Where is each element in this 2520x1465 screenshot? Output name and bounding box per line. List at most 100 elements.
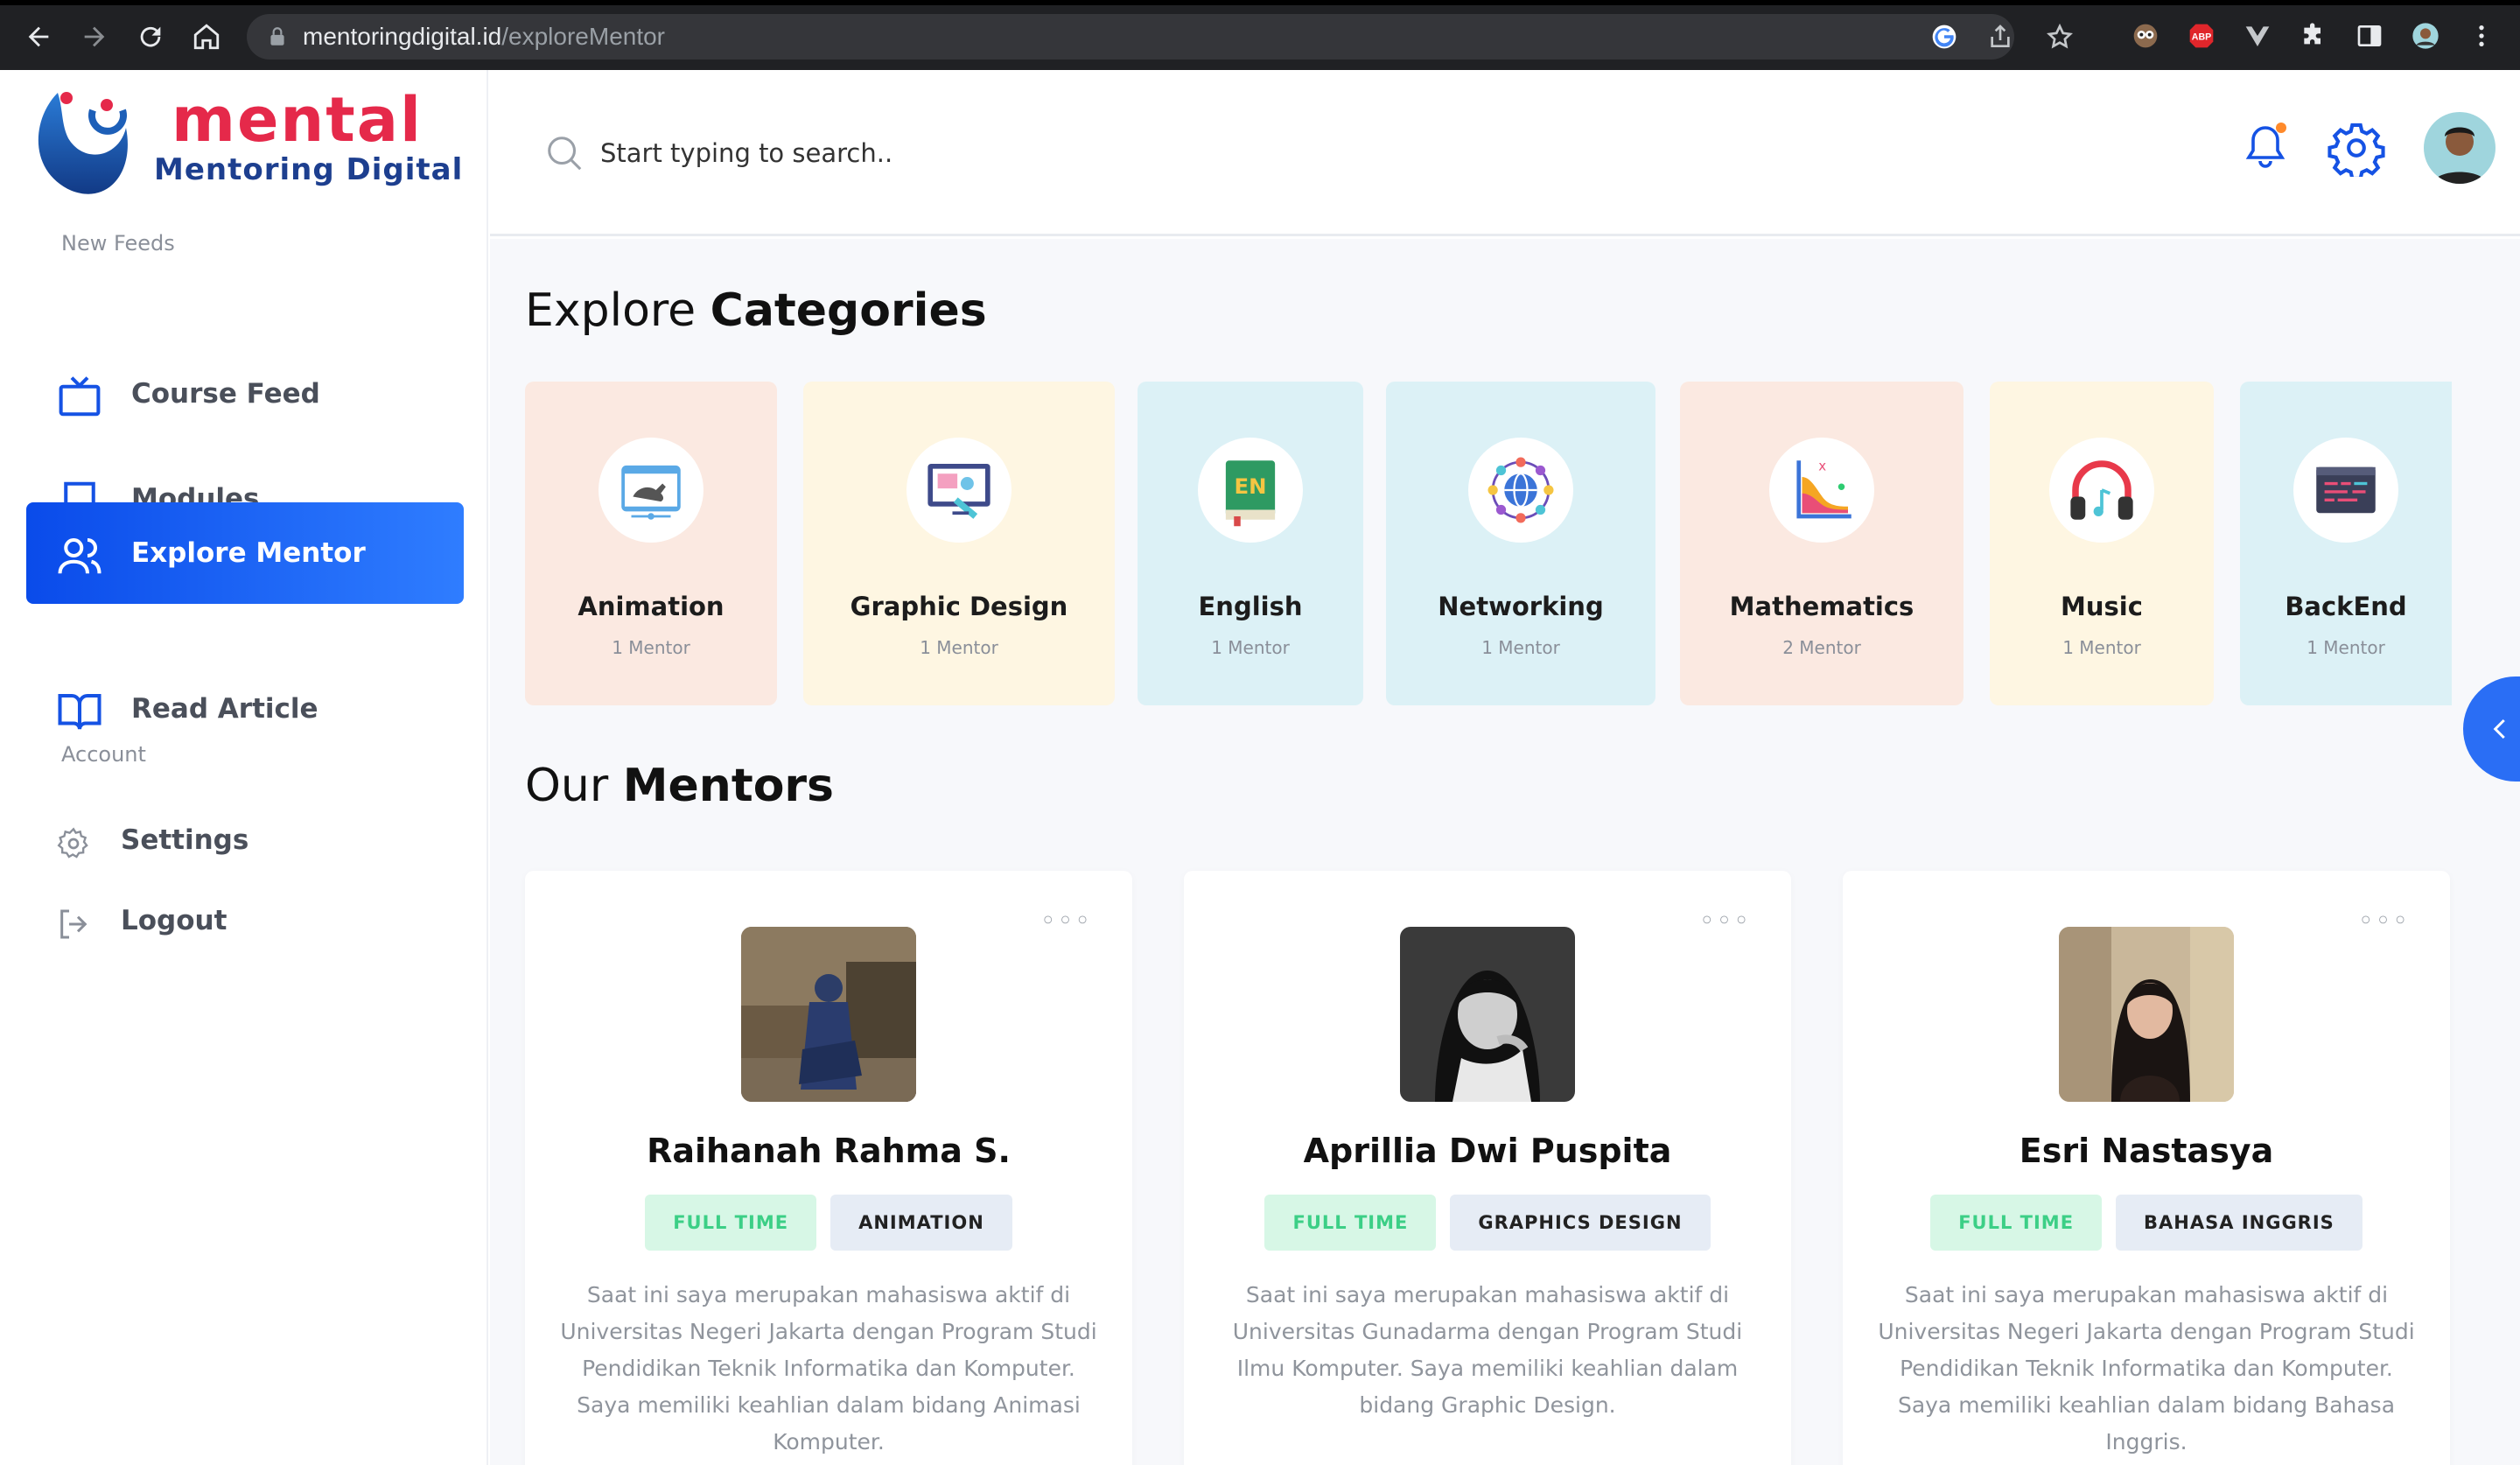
mentor-card[interactable]: ◦◦◦ Aprillia Dwi Puspita FULL TIME GRAPH… bbox=[1184, 871, 1791, 1465]
sidebar-item-explore-mentor[interactable]: Explore Mentor bbox=[26, 502, 464, 604]
home-icon[interactable] bbox=[187, 18, 226, 56]
search-input[interactable] bbox=[600, 131, 1318, 175]
search-icon[interactable] bbox=[544, 133, 584, 173]
mentor-description: Saat ini saya merupakan mahasiswa aktif … bbox=[1878, 1282, 2415, 1454]
category-card-backend[interactable]: BackEnd 1 Mentor bbox=[2240, 382, 2452, 705]
svg-text:x: x bbox=[1818, 459, 1826, 474]
category-name: Animation bbox=[578, 592, 724, 621]
sidebar: mental Mentoring Digital New Feeds Cours… bbox=[0, 70, 488, 1465]
category-card-music[interactable]: Music 1 Mentor bbox=[1990, 382, 2214, 705]
graphic-design-icon bbox=[906, 438, 1012, 543]
section-title-mentors: Our Mentors bbox=[525, 760, 835, 812]
brand-subtitle: Mentoring Digital bbox=[154, 152, 464, 187]
back-icon[interactable] bbox=[19, 18, 58, 56]
reload-icon[interactable] bbox=[131, 18, 170, 56]
star-icon[interactable] bbox=[2042, 19, 2077, 54]
category-count: 1 Mentor bbox=[1211, 637, 1290, 658]
sidebar-item-label: Logout bbox=[121, 905, 228, 936]
more-options-icon[interactable]: ◦◦◦ bbox=[2358, 906, 2410, 936]
brand-logo[interactable]: mental Mentoring Digital bbox=[32, 84, 462, 194]
side-panel-icon[interactable] bbox=[2352, 18, 2387, 53]
category-count: 2 Mentor bbox=[1782, 637, 1861, 658]
browser-menu-icon[interactable] bbox=[2464, 18, 2499, 53]
profile-avatar-icon[interactable] bbox=[2408, 18, 2443, 53]
employment-badge: FULL TIME bbox=[645, 1195, 817, 1251]
lock-icon bbox=[270, 27, 284, 46]
svg-text:EN: EN bbox=[1234, 473, 1266, 499]
chevron-left-icon bbox=[2493, 718, 2505, 740]
top-header bbox=[490, 70, 2520, 236]
category-badge: GRAPHICS DESIGN bbox=[1450, 1195, 1711, 1251]
mentor-card[interactable]: ◦◦◦ Raihanah Rahma S. FULL TIME ANIMATIO… bbox=[525, 871, 1132, 1465]
category-badge: ANIMATION bbox=[830, 1195, 1012, 1251]
share-icon[interactable] bbox=[1983, 19, 2018, 54]
more-options-icon[interactable]: ◦◦◦ bbox=[1699, 906, 1751, 936]
section-heading-new-feeds: New Feeds bbox=[61, 231, 175, 256]
notification-dot bbox=[2276, 123, 2286, 133]
category-card-animation[interactable]: Animation 1 Mentor bbox=[525, 382, 777, 705]
sidebar-item-label: Settings bbox=[121, 824, 249, 856]
category-name: Networking bbox=[1438, 592, 1604, 621]
mentor-description: Saat ini saya merupakan mahasiswa aktif … bbox=[1232, 1282, 1743, 1418]
category-card-mathematics[interactable]: x Mathematics 2 Mentor bbox=[1680, 382, 1964, 705]
right-panel-toggle[interactable] bbox=[2463, 676, 2520, 782]
animation-icon bbox=[598, 438, 704, 543]
section-heading-account: Account bbox=[61, 742, 146, 767]
logo-mark-icon bbox=[38, 92, 128, 194]
users-icon bbox=[58, 537, 102, 574]
gear-icon bbox=[57, 827, 88, 859]
category-name: English bbox=[1198, 592, 1303, 621]
brand-name: mental bbox=[172, 84, 423, 156]
sidebar-item-logout[interactable]: Logout bbox=[52, 891, 315, 952]
tv-icon bbox=[59, 376, 101, 417]
category-badge: BAHASA INGGRIS bbox=[2116, 1195, 2362, 1251]
headphones-icon bbox=[2049, 438, 2154, 543]
category-name: Graphic Design bbox=[850, 592, 1068, 621]
settings-gear-icon[interactable] bbox=[2328, 119, 2385, 180]
category-count: 1 Mentor bbox=[612, 637, 690, 658]
more-options-icon[interactable]: ◦◦◦ bbox=[1040, 906, 1092, 936]
adblock-icon[interactable]: ABP bbox=[2184, 18, 2219, 53]
english-book-icon: EN bbox=[1198, 438, 1303, 543]
category-count: 1 Mentor bbox=[920, 637, 998, 658]
vue-devtools-icon[interactable] bbox=[2240, 18, 2275, 53]
mentor-photo bbox=[741, 927, 916, 1102]
sidebar-item-course-feed[interactable]: Course Feed bbox=[26, 343, 464, 445]
url-text: mentoringdigital.id/exploreMentor bbox=[303, 23, 666, 50]
networking-globe-icon bbox=[1468, 438, 1573, 543]
mathematics-chart-icon: x bbox=[1769, 438, 1874, 543]
browser-toolbar: mentoringdigital.id/exploreMentor ABP bbox=[0, 0, 2520, 70]
mentor-tags: FULL TIME BAHASA INGGRIS bbox=[1843, 1195, 2450, 1251]
svg-text:ABP: ABP bbox=[2192, 32, 2212, 43]
extensions-puzzle-icon[interactable] bbox=[2296, 18, 2331, 53]
open-book-icon bbox=[58, 693, 102, 730]
category-count: 1 Mentor bbox=[2306, 637, 2385, 658]
mentor-card[interactable]: ◦◦◦ Esri Nastasya FULL TIME BAHASA INGGR… bbox=[1843, 871, 2450, 1465]
browser-tab-strip bbox=[0, 0, 2520, 5]
category-name: Music bbox=[2061, 592, 2143, 621]
employment-badge: FULL TIME bbox=[1930, 1195, 2103, 1251]
mentor-photo bbox=[1400, 927, 1575, 1102]
sidebar-item-settings[interactable]: Settings bbox=[52, 810, 315, 872]
google-icon[interactable] bbox=[1927, 19, 1962, 54]
category-card-graphic-design[interactable]: Graphic Design 1 Mentor bbox=[803, 382, 1115, 705]
forward-icon[interactable] bbox=[75, 18, 114, 56]
address-bar[interactable]: mentoringdigital.id/exploreMentor bbox=[247, 14, 2073, 60]
search-bar bbox=[544, 128, 1332, 180]
code-window-icon bbox=[2293, 438, 2398, 543]
category-count: 1 Mentor bbox=[1481, 637, 1560, 658]
extension-owl-icon[interactable] bbox=[2128, 18, 2163, 53]
category-name: Mathematics bbox=[1729, 592, 1914, 621]
sidebar-item-label: Explore Mentor bbox=[131, 537, 366, 569]
sidebar-item-label: Course Feed bbox=[131, 378, 320, 410]
user-avatar[interactable] bbox=[2424, 112, 2496, 184]
main-content: Explore Categories Animation 1 Mentor Gr… bbox=[490, 239, 2520, 1465]
category-card-networking[interactable]: Networking 1 Mentor bbox=[1386, 382, 1656, 705]
logout-icon bbox=[60, 909, 88, 939]
category-card-english[interactable]: EN English 1 Mentor bbox=[1138, 382, 1363, 705]
mentor-tags: FULL TIME GRAPHICS DESIGN bbox=[1184, 1195, 1791, 1251]
notification-bell-icon[interactable] bbox=[2236, 119, 2294, 177]
mentor-name: Aprillia Dwi Puspita bbox=[1303, 1132, 1672, 1170]
mentor-photo bbox=[2059, 927, 2234, 1102]
mentor-tags: FULL TIME ANIMATION bbox=[525, 1195, 1132, 1251]
